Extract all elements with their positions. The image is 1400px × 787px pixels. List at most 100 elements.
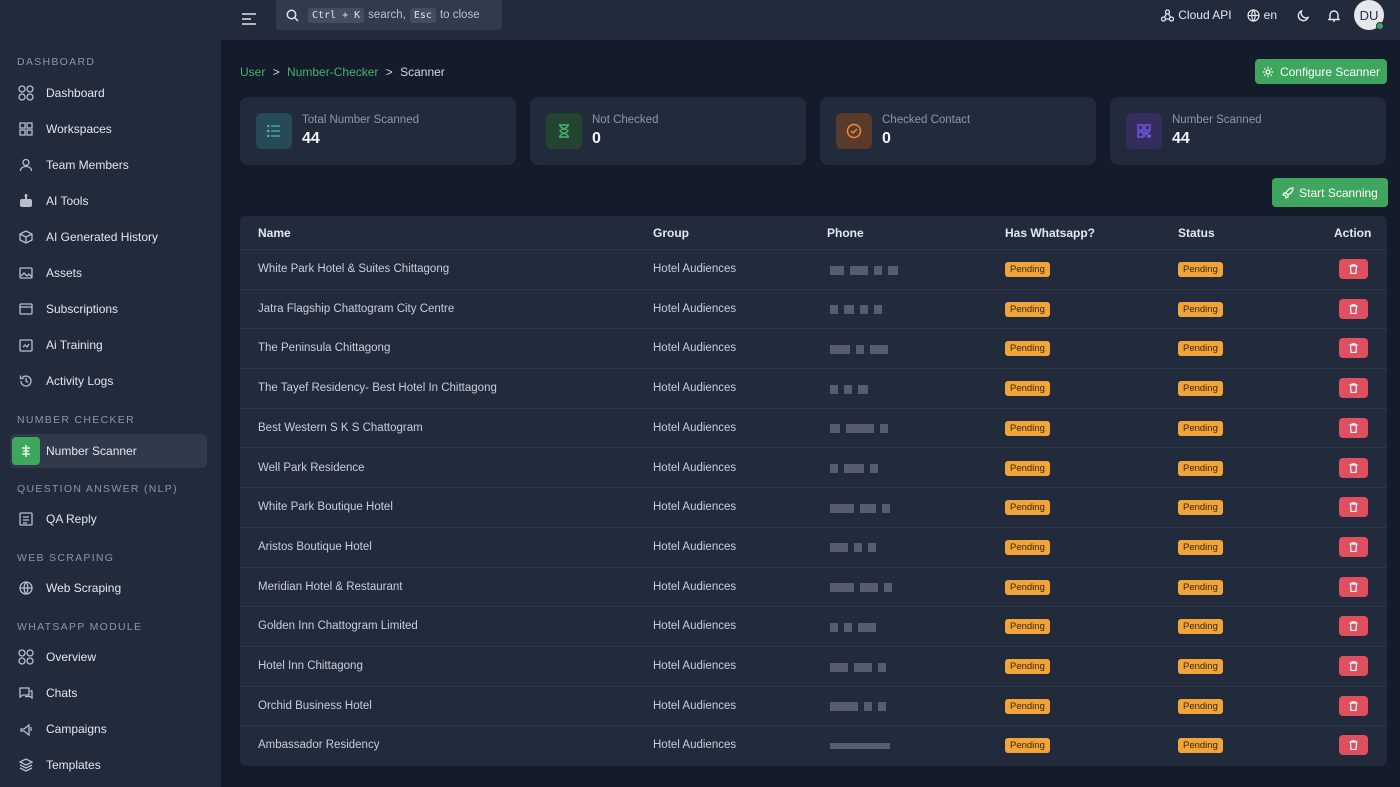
- language-label: en: [1263, 8, 1277, 22]
- cube-icon: [18, 229, 34, 245]
- delete-button[interactable]: [1339, 576, 1368, 597]
- image-icon: [18, 265, 34, 281]
- breadcrumb-user[interactable]: User: [240, 65, 265, 79]
- kbd-ctrl-k: Ctrl + K: [308, 7, 365, 23]
- phone-redacted: [830, 621, 910, 633]
- sidebar-item-chats[interactable]: Chats: [10, 676, 207, 710]
- delete-button[interactable]: [1339, 417, 1368, 438]
- list-icon: [256, 113, 292, 149]
- sidebar-item-subscriptions[interactable]: Subscriptions: [10, 292, 207, 326]
- sidebar-item-label: AI Generated History: [46, 230, 159, 244]
- sidebar: DASHBOARD Dashboard Workspaces Team Memb…: [0, 0, 221, 787]
- cloud-api-label: Cloud API: [1178, 8, 1232, 22]
- sidebar-item-label: Number Scanner: [46, 444, 137, 458]
- start-scanning-button[interactable]: Start Scanning: [1272, 178, 1388, 207]
- table-row: Jatra Flagship Chattogram City Centre Ho…: [240, 290, 1387, 330]
- table-row: Golden Inn Chattogram Limited Hotel Audi…: [240, 607, 1387, 647]
- cloud-api-button[interactable]: Cloud API: [1161, 8, 1232, 22]
- cell-group: Hotel Audiences: [653, 461, 737, 474]
- delete-button[interactable]: [1339, 616, 1368, 637]
- table-row: White Park Hotel & Suites Chittagong Hot…: [240, 250, 1387, 290]
- delete-button[interactable]: [1339, 497, 1368, 518]
- status-badge: Pending: [1178, 341, 1223, 357]
- delete-button[interactable]: [1339, 656, 1368, 676]
- col-group: Group: [653, 226, 689, 240]
- stat-value: 44: [1172, 130, 1190, 147]
- sidebar-item-activity-logs[interactable]: Activity Logs: [10, 364, 207, 398]
- delete-button[interactable]: [1339, 536, 1368, 557]
- cell-name: Orchid Business Hotel: [258, 699, 372, 712]
- sidebar-item-ai-tools[interactable]: AI Tools: [10, 184, 207, 218]
- sidebar-item-overview[interactable]: Overview: [10, 640, 207, 674]
- trash-icon: [1349, 661, 1358, 671]
- delete-button[interactable]: [1339, 695, 1368, 716]
- cell-group: Hotel Audiences: [653, 302, 737, 315]
- delete-button[interactable]: [1339, 298, 1368, 319]
- stat-card-checked-contact: Checked Contact 0: [820, 97, 1096, 165]
- sidebar-item-assets[interactable]: Assets: [10, 256, 207, 290]
- globe-icon: [18, 580, 34, 596]
- sidebar-item-dashboard[interactable]: Dashboard: [10, 76, 207, 110]
- cell-group: Hotel Audiences: [653, 620, 737, 633]
- sidebar-item-ai-training[interactable]: Ai Training: [10, 328, 207, 362]
- cell-group: Hotel Audiences: [653, 699, 737, 712]
- stat-card-number-scanned: Number Scanned 44: [1110, 97, 1386, 165]
- sidebar-item-team-members[interactable]: Team Members: [10, 148, 207, 182]
- sidebar-item-campaigns[interactable]: Campaigns: [10, 712, 207, 746]
- sidebar-item-number-scanner[interactable]: Number Scanner: [10, 434, 207, 468]
- sidebar-item-ai-generated-history[interactable]: AI Generated History: [10, 220, 207, 254]
- delete-button[interactable]: [1339, 338, 1368, 359]
- sidebar-item-qa-reply[interactable]: QA Reply: [10, 502, 207, 536]
- phone-redacted: [830, 582, 910, 594]
- sidebar-item-label: Workspaces: [46, 122, 112, 136]
- configure-scanner-label: Configure Scanner: [1279, 64, 1381, 79]
- delete-button[interactable]: [1339, 378, 1368, 399]
- delete-button[interactable]: [1339, 457, 1368, 478]
- phone-redacted: [830, 502, 910, 514]
- phone-redacted: [830, 423, 910, 435]
- status-badge: Pending: [1178, 500, 1223, 516]
- stat-value: 44: [302, 130, 320, 147]
- search-hint-end: to close: [439, 9, 480, 21]
- sidebar-item-workspaces[interactable]: Workspaces: [10, 112, 207, 146]
- breadcrumb-number-checker[interactable]: Number-Checker: [287, 65, 378, 79]
- cell-group: Hotel Audiences: [653, 421, 737, 434]
- status-badge: Pending: [1178, 301, 1223, 317]
- card-icon: [18, 301, 34, 317]
- sidebar-item-label: Activity Logs: [46, 374, 114, 388]
- phone-redacted: [830, 304, 910, 316]
- menu-toggle-icon[interactable]: [239, 9, 259, 29]
- breadcrumb-separator: >: [272, 65, 280, 79]
- search-bar[interactable]: Ctrl + K search, Esc to close: [276, 0, 502, 30]
- cell-name: White Park Hotel & Suites Chittagong: [258, 263, 450, 275]
- cell-name: Aristos Boutique Hotel: [258, 540, 372, 553]
- theme-toggle-icon[interactable]: [1297, 9, 1310, 22]
- start-scanning-label: Start Scanning: [1299, 185, 1378, 200]
- kbd-esc: Esc: [409, 7, 436, 23]
- online-indicator: [1376, 22, 1384, 30]
- section-qa: QUESTION ANSWER (NLP): [17, 483, 178, 495]
- cell-name: Best Western S K S Chattogram: [258, 421, 423, 434]
- sidebar-item-label: Campaigns: [46, 722, 107, 736]
- delete-button[interactable]: [1339, 259, 1368, 279]
- robot-icon: [18, 193, 34, 209]
- cell-name: The Tayef Residency- Best Hotel In Chitt…: [258, 382, 497, 395]
- sidebar-item-web-scraping[interactable]: Web Scraping: [10, 571, 207, 605]
- trash-icon: [1349, 621, 1358, 632]
- bell-icon[interactable]: [1328, 9, 1340, 22]
- search-icon: [286, 9, 299, 22]
- whatsapp-badge: Pending: [1005, 698, 1050, 714]
- configure-scanner-button[interactable]: Configure Scanner: [1255, 59, 1387, 84]
- cell-group: Hotel Audiences: [653, 739, 737, 752]
- status-badge: Pending: [1178, 460, 1223, 476]
- sidebar-item-templates[interactable]: Templates: [10, 748, 207, 782]
- col-action: Action: [1334, 226, 1372, 240]
- stat-label: Total Number Scanned: [302, 114, 419, 126]
- table-row: White Park Boutique Hotel Hotel Audience…: [240, 488, 1387, 528]
- whatsapp-badge: Pending: [1005, 539, 1050, 555]
- delete-button[interactable]: [1339, 735, 1368, 756]
- chat-icon: [18, 685, 34, 701]
- avatar[interactable]: DU: [1354, 0, 1384, 30]
- stat-label: Number Scanned: [1172, 114, 1262, 126]
- language-selector[interactable]: en: [1247, 8, 1277, 22]
